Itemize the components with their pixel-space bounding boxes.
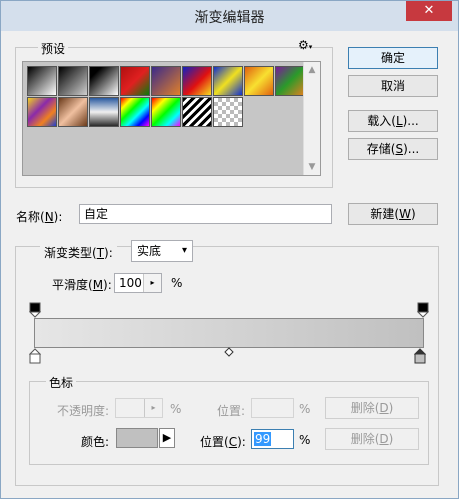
gradient-preview-bar[interactable]: [34, 318, 424, 348]
preset-swatch-transparent-checker[interactable]: [213, 97, 243, 127]
opacity-stop-left-icon[interactable]: [29, 302, 41, 318]
smoothness-label: 平滑度(M):: [52, 278, 112, 292]
opacity-delete-button: 删除(D): [325, 397, 419, 419]
smoothness-percent: %: [171, 276, 183, 290]
color-location-value: 99: [254, 432, 272, 446]
preset-swatch-transparent-stripes[interactable]: [182, 97, 212, 127]
opacity-stop-right-icon[interactable]: [417, 302, 429, 318]
smoothness-stepper[interactable]: 100 ▸: [114, 273, 162, 293]
color-location-percent: %: [299, 433, 311, 447]
cancel-button[interactable]: 取消: [348, 75, 438, 97]
name-input[interactable]: 自定: [79, 204, 332, 224]
preset-swatch-transparent-rainbow[interactable]: [151, 97, 181, 127]
opacity-location-label: 位置:: [217, 404, 246, 418]
presets-list: ▲ ▼: [22, 61, 321, 176]
scroll-down-icon[interactable]: ▼: [304, 162, 320, 172]
presets-scrollbar[interactable]: ▲ ▼: [303, 62, 320, 175]
preset-swatch-chrome[interactable]: [89, 97, 119, 127]
chevron-down-icon: ▾: [181, 245, 187, 256]
preset-swatch-spectrum[interactable]: [120, 97, 150, 127]
color-menu-arrow-icon[interactable]: ▶: [159, 428, 175, 448]
color-stops-group-label: 色标: [46, 374, 77, 391]
window-title: 渐变编辑器: [194, 10, 265, 26]
presets-menu-gear-icon[interactable]: ⚙▾: [298, 38, 312, 52]
color-delete-button: 删除(D): [325, 428, 419, 450]
preset-swatch-foreground-to-transparent[interactable]: [58, 66, 88, 96]
opacity-location-input: [251, 398, 294, 418]
preset-swatch-blue-yellow-blue[interactable]: [213, 66, 243, 96]
ok-button[interactable]: 确定: [348, 47, 438, 69]
title-bar: 渐变编辑器 ✕: [1, 1, 458, 31]
name-label: 名称(N):: [16, 210, 63, 224]
preset-swatch-blue-red-yellow[interactable]: [182, 66, 212, 96]
opacity-label: 不透明度:: [57, 404, 110, 418]
opacity-stepper: ▸: [115, 398, 163, 418]
presets-group-label: 预设: [38, 40, 69, 57]
opacity-percent: %: [170, 402, 182, 416]
preset-swatch-yellow-violet-orange-blue[interactable]: [27, 97, 57, 127]
preset-swatch-violet-green-orange[interactable]: [275, 66, 305, 96]
preset-swatch-red-green[interactable]: [120, 66, 150, 96]
color-label: 颜色:: [81, 435, 110, 449]
preset-swatch-violet-orange[interactable]: [151, 66, 181, 96]
close-button[interactable]: ✕: [406, 1, 452, 21]
scroll-up-icon[interactable]: ▲: [304, 65, 320, 75]
opacity-location-percent: %: [299, 402, 311, 416]
load-button[interactable]: 载入(L)...: [348, 110, 438, 132]
stepper-arrow-icon: ▸: [144, 399, 162, 417]
preset-swatch-black-to-white[interactable]: [89, 66, 119, 96]
preset-swatch-orange-yellow-orange[interactable]: [244, 66, 274, 96]
stepper-arrow-icon[interactable]: ▸: [143, 274, 161, 292]
color-location-input[interactable]: 99: [251, 429, 294, 449]
new-button[interactable]: 新建(W): [348, 203, 438, 225]
save-button[interactable]: 存储(S)...: [348, 138, 438, 160]
color-swatch[interactable]: [116, 428, 158, 448]
preset-swatch-foreground-to-background[interactable]: [27, 66, 57, 96]
color-stop-right-icon[interactable]: [414, 348, 426, 364]
midpoint-diamond-icon[interactable]: [224, 347, 234, 357]
gradient-type-select[interactable]: 实底 ▾: [131, 240, 193, 262]
color-location-label: 位置(C):: [200, 435, 246, 449]
gradient-type-label: 渐变类型(T):: [40, 244, 117, 261]
preset-swatch-copper[interactable]: [58, 97, 88, 127]
color-stops-group: [29, 381, 429, 465]
color-stop-left-icon[interactable]: [29, 348, 41, 364]
